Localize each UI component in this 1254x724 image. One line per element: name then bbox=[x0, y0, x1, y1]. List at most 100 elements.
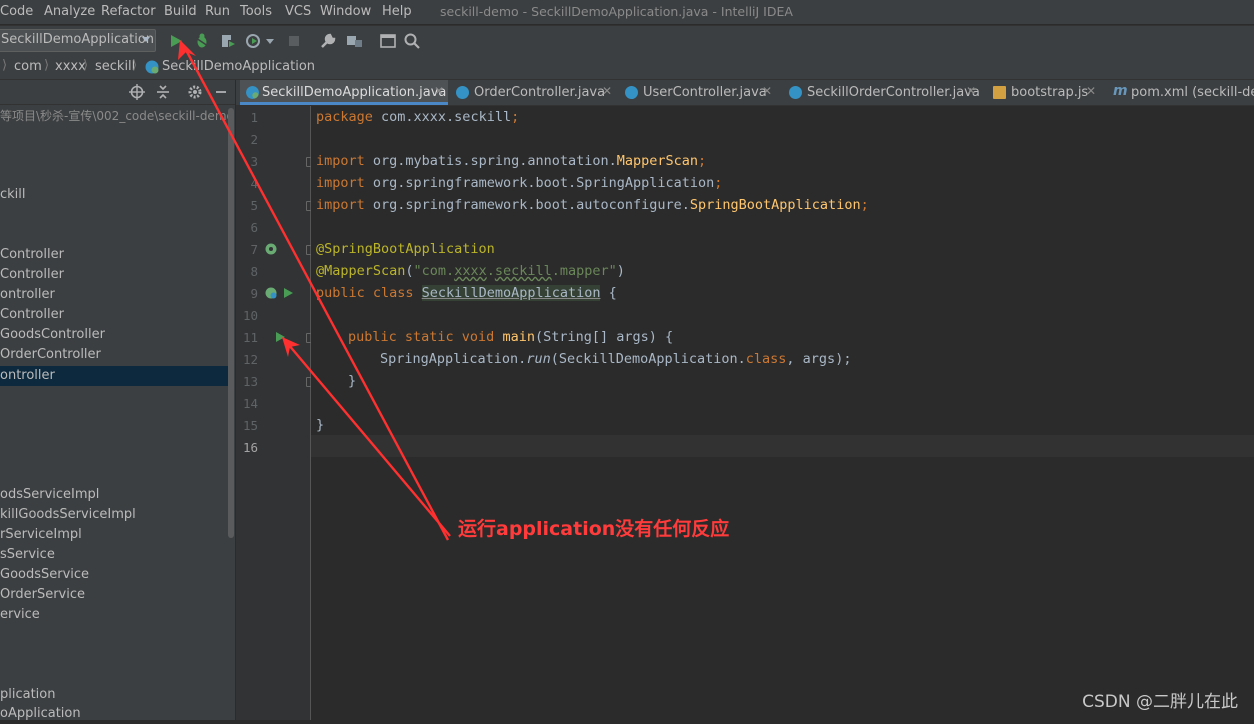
menu-vcs[interactable]: VCS bbox=[285, 4, 311, 19]
collapse-all-icon[interactable] bbox=[154, 83, 172, 101]
tree-item[interactable]: Controller bbox=[0, 245, 64, 265]
tree-item[interactable]: ontroller bbox=[0, 285, 55, 305]
menu-window[interactable]: Window bbox=[320, 4, 371, 19]
tab-usercontroller[interactable]: UserController.java ✕ bbox=[621, 80, 781, 105]
js-file-icon bbox=[993, 86, 1006, 99]
line-number: 11 bbox=[242, 330, 258, 345]
spring-class-icon bbox=[145, 60, 159, 74]
line-number: 15 bbox=[242, 418, 258, 433]
line-number: 2 bbox=[250, 132, 258, 147]
tree-item[interactable]: OrderController bbox=[0, 345, 101, 365]
line-number-current: 16 bbox=[242, 440, 258, 455]
line-number: 8 bbox=[250, 264, 258, 279]
tree-item[interactable]: plication bbox=[0, 685, 56, 705]
close-icon[interactable]: ✕ bbox=[966, 84, 976, 98]
tree-item[interactable]: odsServiceImpl bbox=[0, 485, 99, 505]
breadcrumb-separator: ⟩ bbox=[83, 58, 89, 73]
run-gutter-icon[interactable] bbox=[282, 287, 294, 299]
menu-analyze[interactable]: Analyze bbox=[44, 4, 95, 19]
tab-pom-xml[interactable]: m pom.xml (seckill-dem bbox=[1109, 80, 1254, 105]
tab-ordercontroller[interactable]: OrderController.java ✕ bbox=[452, 80, 617, 105]
tree-item[interactable]: Controller bbox=[0, 265, 64, 285]
gear-icon[interactable] bbox=[186, 83, 204, 101]
project-structure-icon[interactable] bbox=[344, 31, 364, 51]
run-icon[interactable] bbox=[166, 31, 186, 51]
tree-item[interactable]: OrderService bbox=[0, 585, 85, 605]
tree-item[interactable]: ervice bbox=[0, 605, 40, 625]
menu-code[interactable]: Code bbox=[0, 4, 33, 19]
tree-item[interactable]: Controller bbox=[0, 305, 64, 325]
search-icon[interactable] bbox=[402, 31, 422, 51]
stop-icon[interactable] bbox=[284, 31, 304, 51]
code-line-7: @SpringBootApplication bbox=[316, 241, 495, 257]
tab-label: OrderController.java bbox=[474, 85, 606, 100]
line-number: 4 bbox=[250, 176, 258, 191]
coverage-icon[interactable] bbox=[218, 31, 238, 51]
line-number: 5 bbox=[250, 198, 258, 213]
current-line-highlight bbox=[311, 435, 1254, 457]
line-number: 10 bbox=[242, 308, 258, 323]
breadcrumb-separator: ⟩ bbox=[132, 58, 138, 73]
tree-item[interactable]: GoodsController bbox=[0, 325, 105, 345]
code-line-5: import org.springframework.boot.autoconf… bbox=[316, 197, 869, 213]
menu-tools[interactable]: Tools bbox=[240, 4, 272, 19]
debug-icon[interactable] bbox=[192, 31, 212, 51]
tree-item[interactable]: rServiceImpl bbox=[0, 525, 82, 545]
code-editor[interactable]: package com.xxxx.seckill; import org.myb… bbox=[311, 106, 1254, 720]
menu-run[interactable]: Run bbox=[205, 4, 230, 19]
close-icon[interactable]: ✕ bbox=[1086, 84, 1096, 98]
close-icon[interactable]: ✕ bbox=[434, 84, 444, 98]
tree-item[interactable]: oApplication bbox=[0, 704, 81, 724]
menu-help[interactable]: Help bbox=[382, 4, 412, 19]
tab-label: UserController.java bbox=[643, 85, 767, 100]
tab-bootstrap-js[interactable]: bootstrap.js ✕ bbox=[989, 80, 1099, 105]
line-number: 6 bbox=[250, 220, 258, 235]
line-number: 7 bbox=[250, 242, 258, 257]
spring-bean-icon[interactable] bbox=[264, 242, 278, 256]
terminal-icon[interactable] bbox=[378, 31, 398, 51]
tab-label: pom.xml (seckill-dem bbox=[1131, 85, 1254, 100]
code-line-8: @MapperScan("com.xxxx.seckill.mapper") bbox=[316, 263, 625, 279]
code-line-15: } bbox=[316, 417, 325, 433]
breadcrumb-com[interactable]: com bbox=[14, 59, 42, 74]
hide-panel-icon[interactable] bbox=[212, 83, 230, 101]
tree-item[interactable]: GoodsService bbox=[0, 565, 89, 585]
project-root-path[interactable]: 等项目\秒杀-宣传\002_code\seckill-demo bbox=[0, 107, 234, 124]
line-number: 3 bbox=[250, 154, 258, 169]
code-line-9: public class SeckillDemoApplication { bbox=[316, 285, 617, 301]
code-line-1: package com.xxxx.seckill; bbox=[316, 109, 520, 125]
profile-icon[interactable] bbox=[244, 31, 264, 51]
tab-seckilldemoapplication[interactable]: SeckillDemoApplication.java ✕ bbox=[240, 80, 448, 105]
breadcrumb-class[interactable]: SeckillDemoApplication bbox=[162, 59, 315, 74]
tree-item-selected[interactable]: ontroller bbox=[0, 366, 55, 386]
locate-icon[interactable] bbox=[128, 83, 146, 101]
spring-bean-icon[interactable] bbox=[264, 286, 278, 300]
project-panel: 等项目\秒杀-宣传\002_code\seckill-demo ckill Co… bbox=[0, 80, 235, 721]
close-icon[interactable]: ✕ bbox=[602, 84, 612, 98]
line-number: 12 bbox=[242, 352, 258, 367]
breadcrumb-xxxx[interactable]: xxxx bbox=[55, 59, 86, 74]
code-line-13: } bbox=[348, 373, 357, 389]
close-icon[interactable]: ✕ bbox=[762, 84, 772, 98]
window-title: seckill-demo - SeckillDemoApplication.ja… bbox=[440, 4, 793, 19]
run-config-dropdown[interactable]: SeckillDemoApplication bbox=[0, 29, 156, 52]
more-run-options-icon[interactable] bbox=[264, 31, 276, 51]
run-gutter-icon[interactable] bbox=[274, 331, 286, 343]
tree-item[interactable]: killGoodsServiceImpl bbox=[0, 505, 136, 525]
class-icon bbox=[789, 86, 802, 99]
project-panel-header bbox=[0, 80, 235, 105]
line-number: 9 bbox=[250, 286, 258, 301]
class-icon bbox=[625, 86, 638, 99]
wrench-icon[interactable] bbox=[318, 31, 338, 51]
tree-item[interactable]: ckill bbox=[0, 185, 26, 205]
tab-seckillordercontroller[interactable]: SeckillOrderController.java ✕ bbox=[785, 80, 985, 105]
menu-build[interactable]: Build bbox=[164, 4, 197, 19]
tree-item[interactable]: sService bbox=[0, 545, 55, 565]
code-line-4: import org.springframework.boot.SpringAp… bbox=[316, 175, 723, 191]
run-config-label: SeckillDemoApplication bbox=[1, 32, 155, 47]
menu-refactor[interactable]: Refactor bbox=[101, 4, 156, 19]
project-scrollbar[interactable] bbox=[228, 108, 234, 538]
breadcrumb-seckill[interactable]: seckill bbox=[95, 59, 135, 74]
class-icon bbox=[456, 86, 469, 99]
breadcrumb-separator: ⟩ bbox=[2, 58, 8, 73]
